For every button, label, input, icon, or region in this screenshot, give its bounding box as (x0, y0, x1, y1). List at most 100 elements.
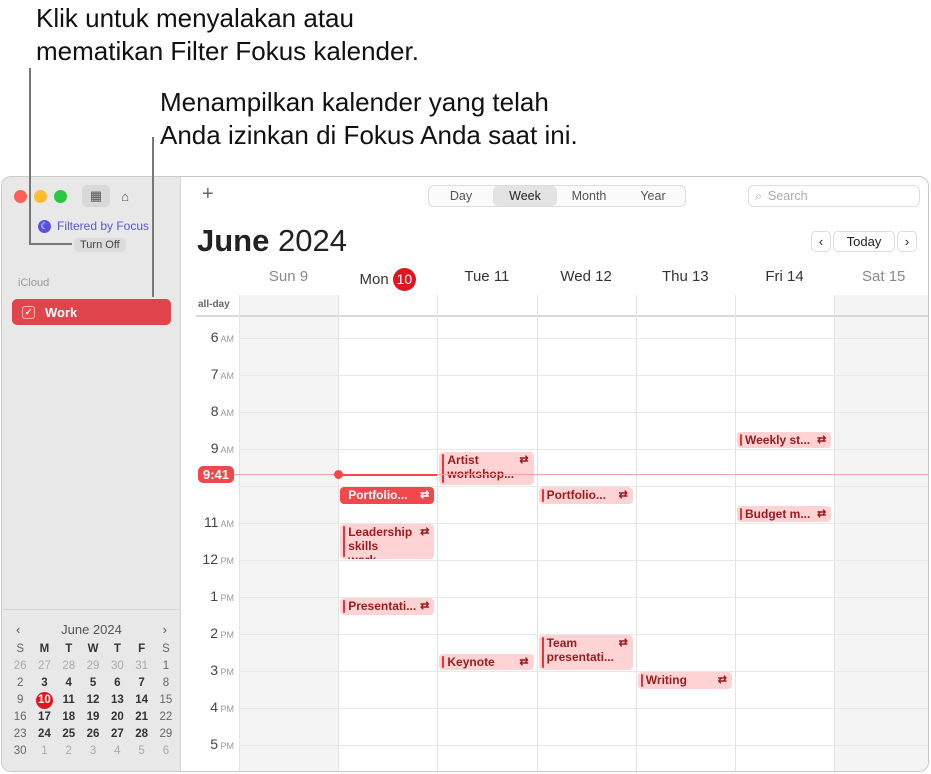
mini-calendar-day[interactable]: 14 (129, 692, 153, 709)
mini-calendar-day[interactable]: 28 (57, 658, 81, 675)
weekday-label: F (138, 643, 146, 655)
next-month-button[interactable]: › (163, 622, 167, 637)
focus-label: Filtered by Focus (57, 219, 150, 233)
mini-calendar-day[interactable]: 19 (81, 709, 105, 726)
event[interactable]: Artist workshop... ⇄ (439, 451, 534, 485)
mini-calendar-day[interactable]: 5 (81, 675, 105, 692)
mini-calendar-day[interactable]: 11 (57, 692, 81, 709)
all-day-divider (196, 315, 928, 317)
next-week-button[interactable]: › (897, 231, 917, 252)
weekday-label: S (16, 643, 24, 655)
current-time-dot (334, 470, 344, 480)
mini-calendar-day[interactable]: 23 (8, 726, 32, 743)
mini-calendar-day[interactable]: 29 (81, 658, 105, 675)
mini-calendar-day[interactable]: 26 (81, 726, 105, 743)
calendar-list-toggle[interactable]: ▦ (82, 185, 110, 207)
mini-calendar-day[interactable]: 9 (8, 692, 32, 709)
event-title: Writing se... (645, 673, 687, 689)
mini-calendar-day[interactable]: 28 (129, 726, 153, 743)
mini-calendar-day[interactable]: 3 (32, 675, 56, 692)
mini-calendar-day[interactable]: 6 (105, 675, 129, 692)
today-button[interactable]: Today (833, 231, 895, 252)
event[interactable]: Presentati... ⇄ (340, 598, 435, 615)
callout-leader (29, 243, 72, 245)
mini-calendar-day[interactable]: 21 (129, 709, 153, 726)
mini-calendar: ‹ June 2024 › S M T W T F S 26 27 28 29 30 31 1 2 3 4 5 6 7 8 9… (2, 609, 181, 760)
hour-number: 1 (210, 588, 218, 604)
add-event-button[interactable]: + (202, 183, 214, 206)
hour-label: 3 PM (182, 662, 234, 678)
day-header[interactable]: Fri 14 (735, 268, 834, 285)
calendar-item-work[interactable]: ✓ Work (12, 299, 171, 325)
tab-week[interactable]: Week (493, 186, 557, 206)
mini-calendar-day[interactable]: 26 (8, 658, 32, 675)
mini-calendar-day[interactable]: 27 (32, 658, 56, 675)
mini-calendar-day[interactable]: 1 (154, 658, 178, 675)
mini-calendar-day[interactable]: 20 (105, 709, 129, 726)
mini-calendar-day[interactable]: 30 (8, 743, 32, 760)
event[interactable]: Portfolio... ⇄ (340, 487, 435, 504)
event[interactable]: Writing se... ⇄ (637, 672, 732, 689)
minimize-button[interactable] (34, 190, 47, 203)
event[interactable]: Leadership skills work... ⇄ (340, 524, 435, 559)
mini-calendar-day[interactable]: 2 (8, 675, 32, 692)
prev-month-button[interactable]: ‹ (16, 622, 20, 637)
repeat-icon: ⇄ (420, 600, 430, 612)
mini-calendar-day[interactable]: 16 (8, 709, 32, 726)
day-header[interactable]: Sat 15 (834, 268, 928, 285)
moon-icon: ☾ (38, 219, 51, 233)
mini-calendar-day[interactable]: 3 (81, 743, 105, 760)
day-header[interactable]: Mon 10 (338, 268, 437, 291)
calendar-group-label: iCloud (18, 277, 50, 289)
inbox-button[interactable]: ⌂ (111, 185, 139, 207)
mini-calendar-day[interactable]: 4 (57, 675, 81, 692)
mini-calendar-day[interactable]: 15 (154, 692, 178, 709)
turn-off-focus-button[interactable]: Turn Off (74, 238, 126, 252)
mini-calendar-day[interactable]: 31 (129, 658, 153, 675)
event[interactable]: Budget m... ⇄ (737, 505, 832, 522)
mini-calendar-day[interactable]: 25 (57, 726, 81, 743)
hour-number: 5 (210, 736, 218, 752)
inbox-icon: ⌂ (121, 188, 129, 204)
mini-calendar-day[interactable]: 5 (129, 743, 153, 760)
tab-day[interactable]: Day (429, 186, 493, 206)
mini-calendar-day[interactable]: 30 (105, 658, 129, 675)
day-header[interactable]: Tue 11 (437, 268, 536, 285)
mini-calendar-day[interactable]: 4 (105, 743, 129, 760)
mini-calendar-day[interactable]: 6 (154, 743, 178, 760)
event-title: Presentati... (348, 599, 417, 613)
mini-calendar-day[interactable]: 13 (105, 692, 129, 709)
event[interactable]: Weekly st... ⇄ (737, 431, 832, 448)
day-header[interactable]: Wed 12 (537, 268, 636, 285)
mini-calendar-day[interactable]: 7 (129, 675, 153, 692)
repeat-icon: ⇄ (618, 637, 628, 649)
event[interactable]: Team presentati... ⇄ (538, 635, 633, 670)
day-header[interactable]: Thu 13 (636, 268, 735, 285)
zoom-button[interactable] (54, 190, 67, 203)
checkbox[interactable]: ✓ (22, 305, 35, 319)
repeat-icon: ⇄ (420, 526, 430, 538)
day-name: Tue (464, 268, 494, 285)
mini-calendar-day[interactable]: 27 (105, 726, 129, 743)
am-pm: AM (218, 408, 234, 418)
mini-calendar-day[interactable]: 18 (57, 709, 81, 726)
mini-calendar-day[interactable]: 17 (32, 709, 56, 726)
close-button[interactable] (14, 190, 27, 203)
event[interactable]: Portfolio... ⇄ (538, 487, 633, 504)
mini-calendar-day[interactable]: 10 (35, 692, 53, 709)
tab-month[interactable]: Month (557, 186, 621, 206)
mini-calendar-day[interactable]: 2 (57, 743, 81, 760)
day-header[interactable]: Sun 9 (239, 268, 338, 285)
search-field[interactable]: ⌕ Search (748, 185, 920, 207)
view-switcher: Day Week Month Year (428, 185, 686, 207)
mini-calendar-day[interactable]: 24 (32, 726, 56, 743)
mini-calendar-day[interactable]: 1 (32, 743, 56, 760)
event[interactable]: Keynote b... ⇄ (439, 653, 534, 670)
event-title: Team presentati... (546, 636, 614, 664)
mini-calendar-day[interactable]: 8 (154, 675, 178, 692)
prev-week-button[interactable]: ‹ (811, 231, 831, 252)
mini-calendar-day[interactable]: 12 (81, 692, 105, 709)
mini-calendar-day[interactable]: 22 (154, 709, 178, 726)
mini-calendar-day[interactable]: 29 (154, 726, 178, 743)
tab-year[interactable]: Year (621, 186, 685, 206)
